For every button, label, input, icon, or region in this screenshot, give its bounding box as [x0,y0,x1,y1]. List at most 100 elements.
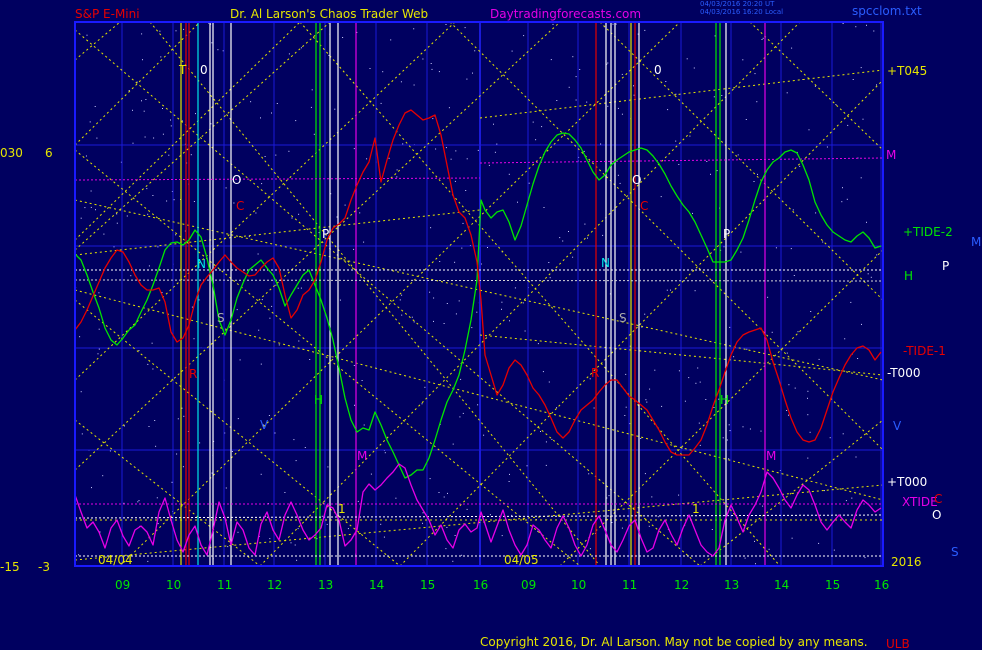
label-tide2: +TIDE-2 [903,225,953,239]
star [762,37,764,39]
star [666,289,668,291]
star [740,251,742,253]
star [166,200,168,202]
star [810,311,812,312]
star [833,549,835,551]
star [143,110,145,112]
star [587,237,588,239]
star [413,84,415,86]
star [369,68,371,69]
star [109,450,111,452]
star [363,424,365,426]
star [443,496,445,498]
x-tick-label: 14 [369,578,384,592]
star [233,202,235,204]
star [438,492,440,493]
star [753,181,755,182]
star [706,161,708,162]
star [210,123,212,125]
star [501,308,502,310]
star [102,475,104,477]
star [615,23,617,25]
x-tick-label: 14 [774,578,789,592]
star [190,154,192,156]
star [526,465,528,467]
star [271,305,273,307]
star [274,432,276,434]
star [363,241,365,243]
star [344,204,346,206]
star [713,96,715,98]
star [155,445,157,447]
star [466,508,468,510]
star [575,76,577,78]
star [815,212,817,214]
star [471,327,473,329]
star [152,195,154,196]
star [568,231,569,232]
star [98,328,100,330]
star [193,338,195,340]
star [300,47,302,49]
star [855,26,857,28]
star [721,95,723,96]
star [847,124,849,126]
star [537,530,539,532]
star [617,107,619,109]
x-tick-label: 10 [166,578,181,592]
star [445,147,447,149]
year-label: 2016 [891,555,922,569]
star [89,121,91,123]
star [476,311,478,313]
star [248,236,250,238]
star [746,348,748,350]
star [90,190,92,192]
star [556,407,558,409]
star [347,528,349,530]
star [225,187,227,189]
star [422,512,424,514]
star [433,320,434,322]
star [384,452,386,454]
star [225,487,227,489]
star [842,187,843,189]
star [450,158,452,160]
star [260,117,261,119]
star [138,500,140,502]
star [667,109,669,111]
star [395,497,397,499]
star [737,154,739,156]
star [313,133,315,135]
star [300,287,302,289]
star [159,30,161,32]
star [138,350,140,351]
star [586,101,588,103]
star [147,560,149,562]
star [239,359,241,361]
star [860,67,862,69]
star [455,150,457,152]
star [572,56,574,58]
star [154,420,156,421]
symbol-title: S&P E-Mini [75,7,140,21]
star [438,71,440,73]
star [271,112,272,114]
star [511,50,513,52]
star [822,241,824,243]
star [537,343,539,345]
star [807,457,809,459]
star [459,416,461,418]
star [458,300,460,302]
star [160,56,162,58]
star [876,84,877,86]
star [359,212,361,214]
planet-label-r-2: R [591,366,599,380]
date-label-0405: 04/05 [504,553,539,567]
timestamp-ut: 04/03/2016 20:20 UT [700,0,775,8]
star [435,148,437,150]
label-xtide: XTIDE [902,495,938,509]
site-link[interactable]: Daytradingforecasts.com [490,7,641,21]
star [846,198,848,200]
star [448,107,450,109]
x-tick-label: 15 [825,578,840,592]
